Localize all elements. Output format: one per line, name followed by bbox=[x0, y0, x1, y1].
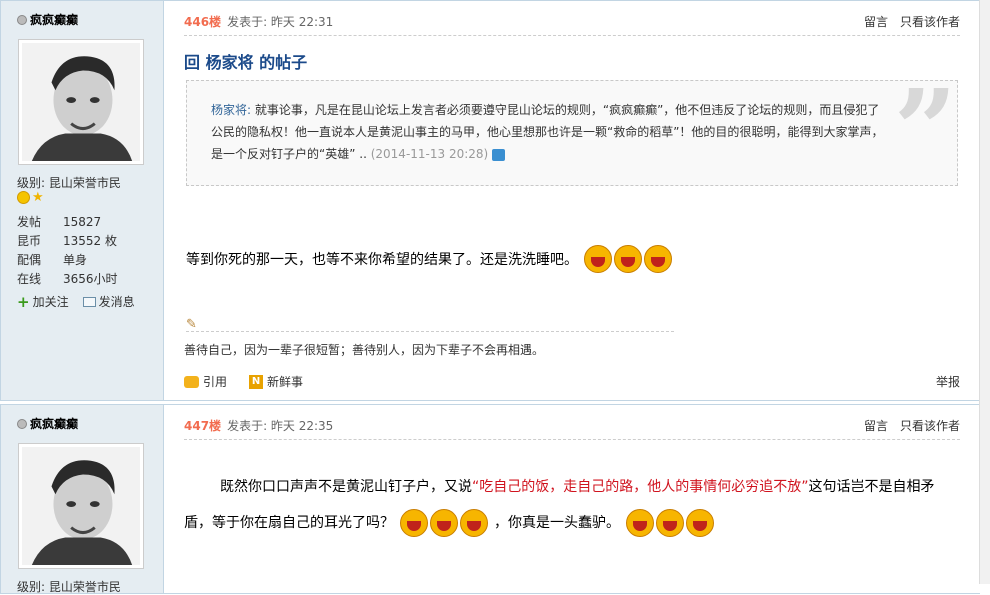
post-text: 等到你死的那一天，也等不来你希望的结果了。还是洗洗睡吧。 bbox=[186, 252, 578, 268]
quote-button[interactable]: 引用 bbox=[184, 373, 227, 390]
quote-text: 就事论事，凡是在昆山论坛上发言者必须要遵守昆山论坛的规则，“疯疯癫癫”，他不但违… bbox=[211, 103, 884, 161]
post-header: 446楼 发表于: 昨天 22:31 留言 只看该作者 bbox=[184, 11, 960, 36]
post-text: ，你真是一头蠢驴。 bbox=[494, 515, 620, 531]
stat-value: 13552 枚 bbox=[63, 234, 117, 248]
avatar-image bbox=[22, 447, 140, 565]
laughing-emoticon-icon bbox=[460, 509, 488, 537]
rank-icons: ★ bbox=[17, 191, 44, 204]
floor-number[interactable]: 446楼 bbox=[184, 13, 221, 30]
comment-link[interactable]: 留言 bbox=[864, 417, 888, 434]
stat-row: 在线 3656小时 bbox=[17, 269, 118, 288]
post-time: 发表于: 昨天 22:31 bbox=[227, 14, 334, 29]
user-actions: + 加关注 发消息 bbox=[17, 293, 135, 310]
laughing-emoticon-icon bbox=[400, 509, 428, 537]
quote-author[interactable]: 杨家将: bbox=[211, 103, 251, 117]
scrollbar[interactable] bbox=[979, 0, 990, 584]
avatar[interactable] bbox=[18, 39, 144, 165]
stat-row: 配偶 单身 bbox=[17, 250, 118, 269]
username-label[interactable]: 疯疯癫癫 bbox=[30, 11, 78, 28]
star-icon: ★ bbox=[32, 190, 44, 205]
comment-link[interactable]: 留言 bbox=[864, 13, 888, 30]
post-time: 发表于: 昨天 22:35 bbox=[227, 418, 334, 433]
post-header: 447楼 发表于: 昨天 22:35 留言 只看该作者 bbox=[184, 415, 960, 440]
report-button[interactable]: 举报 bbox=[936, 373, 960, 390]
user-level: 级别: 昆山荣誉市民 bbox=[17, 176, 121, 190]
laughing-emoticon-icon bbox=[644, 245, 672, 273]
emoticons bbox=[400, 509, 488, 537]
news-button[interactable]: N 新鲜事 bbox=[249, 373, 303, 390]
post-content: 446楼 发表于: 昨天 22:31 留言 只看该作者 回 杨家将 的帖子 ” … bbox=[164, 1, 980, 400]
post-447: 疯疯癫癫 级别: 昆山荣誉市民 447楼 发表于: 昨天 22:35 留言 只看… bbox=[0, 404, 980, 594]
user-level: 级别: 昆山荣誉市民 bbox=[17, 580, 121, 594]
pencil-icon: ✎ bbox=[186, 317, 197, 332]
emoticons bbox=[626, 509, 714, 537]
user-icon bbox=[17, 14, 27, 25]
news-icon: N bbox=[249, 374, 264, 389]
follow-button[interactable]: + 加关注 bbox=[17, 293, 69, 310]
highlighted-quote: “吃自己的饭，走自己的路，他人的事情何必穷追不放” bbox=[472, 479, 809, 495]
post-body: 既然你口口声声不是黄泥山钉子户，又说“吃自己的饭，走自己的路，他人的事情何必穷追… bbox=[184, 469, 944, 541]
laughing-emoticon-icon bbox=[686, 509, 714, 537]
quote-date: (2014-11-13 20:28) bbox=[370, 147, 489, 161]
author-sidebar: 疯疯癫癫 级别: 昆山荣誉市民 ★ 发帖 15827 昆币 13552 枚 配偶 单身… bbox=[1, 1, 164, 400]
avatar[interactable] bbox=[18, 443, 144, 569]
post-text: 既然你口口声声不是黄泥山钉子户，又说 bbox=[220, 479, 472, 495]
post-body: 等到你死的那一天，也等不来你希望的结果了。还是洗洗睡吧。 bbox=[186, 245, 672, 273]
quote-box: ” 杨家将: 就事论事，凡是在昆山论坛上发言者必须要遵守昆山论坛的规则，“疯疯癫… bbox=[186, 75, 958, 186]
stat-label: 发帖 bbox=[17, 215, 42, 229]
post-footer: 引用 N 新鲜事 举报 bbox=[184, 373, 960, 390]
post-title: 回 杨家将 的帖子 bbox=[184, 53, 308, 72]
jump-to-quote-icon[interactable] bbox=[492, 148, 506, 161]
laughing-emoticon-icon bbox=[656, 509, 684, 537]
stat-value: 单身 bbox=[63, 253, 88, 267]
news-label[interactable]: 新鲜事 bbox=[267, 373, 303, 390]
post-446: 疯疯癫癫 级别: 昆山荣誉市民 ★ 发帖 15827 昆币 13552 枚 配偶 单身… bbox=[0, 0, 980, 401]
avatar-image bbox=[22, 43, 140, 161]
author-only-link[interactable]: 只看该作者 bbox=[900, 417, 960, 434]
emoticons bbox=[584, 245, 672, 273]
laughing-emoticon-icon bbox=[584, 245, 612, 273]
mail-icon bbox=[82, 296, 96, 307]
floor-number[interactable]: 447楼 bbox=[184, 417, 221, 434]
username[interactable]: 疯疯癫癫 bbox=[17, 415, 78, 432]
smile-icon bbox=[17, 191, 30, 204]
stat-label: 配偶 bbox=[17, 253, 42, 267]
plus-icon: + bbox=[17, 292, 30, 311]
signature-divider bbox=[186, 331, 674, 332]
user-stats: 发帖 15827 昆币 13552 枚 配偶 单身 在线 3656小时 bbox=[17, 212, 118, 288]
stat-value: 15827 bbox=[63, 214, 102, 229]
username[interactable]: 疯疯癫癫 bbox=[17, 11, 78, 28]
stat-row: 昆币 13552 枚 bbox=[17, 231, 118, 250]
stat-label: 昆币 bbox=[17, 234, 42, 248]
follow-label[interactable]: 加关注 bbox=[33, 293, 69, 310]
stat-row: 发帖 15827 bbox=[17, 212, 118, 231]
quote-label[interactable]: 引用 bbox=[203, 373, 227, 390]
user-icon bbox=[17, 418, 27, 429]
header-links: 留言 只看该作者 bbox=[864, 417, 960, 434]
header-links: 留言 只看该作者 bbox=[864, 13, 960, 30]
stat-value: 3656小时 bbox=[63, 272, 118, 286]
laughing-emoticon-icon bbox=[626, 509, 654, 537]
signature: 善待自己，因为一辈子很短暂；善待别人，因为下辈子不会再相遇。 bbox=[184, 343, 545, 357]
username-label[interactable]: 疯疯癫癫 bbox=[30, 415, 78, 432]
post-content: 447楼 发表于: 昨天 22:35 留言 只看该作者 既然你口口声声不是黄泥山… bbox=[164, 405, 980, 593]
author-only-link[interactable]: 只看该作者 bbox=[900, 13, 960, 30]
message-label[interactable]: 发消息 bbox=[99, 293, 135, 310]
laughing-emoticon-icon bbox=[430, 509, 458, 537]
quote-icon bbox=[184, 375, 199, 388]
author-sidebar: 疯疯癫癫 级别: 昆山荣誉市民 bbox=[1, 405, 164, 594]
stat-label: 在线 bbox=[17, 272, 42, 286]
laughing-emoticon-icon bbox=[614, 245, 642, 273]
quote-mark-icon: ” bbox=[893, 65, 957, 194]
message-button[interactable]: 发消息 bbox=[82, 293, 135, 310]
